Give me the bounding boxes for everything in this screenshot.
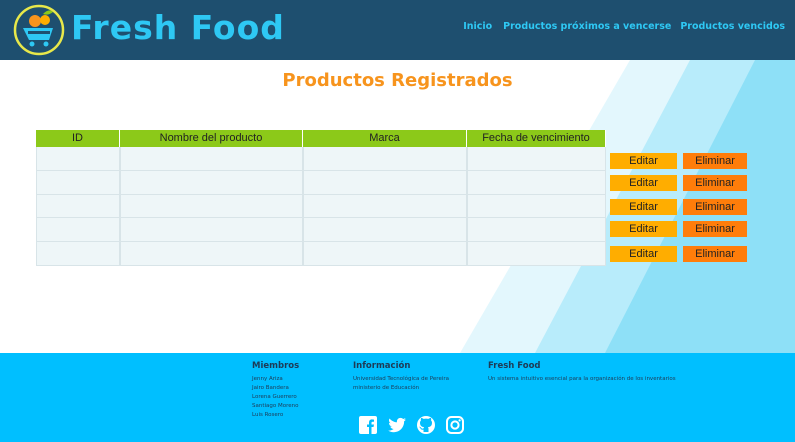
footer-members-heading: Miembros (252, 361, 300, 371)
nav-link-proximos[interactable]: Productos próximos a vencerse (503, 21, 671, 32)
table-row (36, 170, 606, 195)
footer-brand-heading: Fresh Food (488, 361, 541, 371)
main-nav: Inicio Productos próximos a vencerse Pro… (463, 21, 785, 32)
table-row (36, 218, 606, 243)
delete-button[interactable]: Eliminar (683, 175, 747, 191)
column-header-id: ID (36, 130, 120, 147)
column-header-expiry: Fecha de vencimiento (467, 130, 606, 147)
facebook-icon[interactable] (358, 415, 378, 435)
products-table: ID Nombre del producto Marca Fecha de ve… (36, 130, 606, 266)
cell-id (36, 242, 120, 266)
edit-button[interactable]: Editar (610, 221, 677, 237)
info-line: Universidad Tecnológica de Pereira (353, 376, 449, 382)
cell-brand (303, 218, 467, 243)
table-row (36, 242, 606, 266)
footer-members: Miembros Jenny Ariza Jairo Bandera Loren… (252, 361, 299, 420)
logo-icon (13, 4, 65, 56)
footer-description: Un sistema intuitivo esencial para la or… (488, 376, 676, 382)
nav-link-vencidos[interactable]: Productos vencidos (680, 21, 785, 32)
github-icon[interactable] (416, 415, 436, 435)
cell-expiry (467, 147, 606, 171)
footer-info: Información Universidad Tecnológica de P… (353, 361, 449, 393)
cell-brand (303, 147, 467, 171)
page-title: Productos Registrados (282, 70, 513, 91)
cell-id (36, 218, 120, 243)
member-name: Jairo Bandera (252, 385, 289, 391)
cell-name (120, 242, 303, 266)
edit-button[interactable]: Editar (610, 246, 677, 262)
member-name: Santiago Moreno (252, 403, 299, 409)
cell-brand (303, 194, 467, 219)
footer: Miembros Jenny Ariza Jairo Bandera Loren… (0, 353, 795, 442)
cell-id (36, 170, 120, 195)
member-name: Jenny Ariza (252, 376, 283, 382)
cell-id (36, 194, 120, 219)
brand-name[interactable]: Fresh Food (71, 6, 285, 50)
cell-expiry (467, 218, 606, 243)
cell-brand (303, 242, 467, 266)
cell-name (120, 170, 303, 195)
table-row (36, 147, 606, 171)
twitter-icon[interactable] (387, 415, 407, 435)
cell-name (120, 218, 303, 243)
social-links (358, 415, 465, 435)
column-header-name: Nombre del producto (120, 130, 303, 147)
member-name: Luis Rosero (252, 412, 284, 418)
cell-id (36, 147, 120, 171)
instagram-icon[interactable] (445, 415, 465, 435)
delete-button[interactable]: Eliminar (683, 221, 747, 237)
cell-expiry (467, 242, 606, 266)
delete-button[interactable]: Eliminar (683, 246, 747, 262)
delete-button[interactable]: Eliminar (683, 199, 747, 215)
nav-link-inicio[interactable]: Inicio (463, 21, 492, 32)
member-name: Lorena Guerrero (252, 394, 297, 400)
cell-expiry (467, 194, 606, 219)
info-line: ministerio de Educación (353, 385, 420, 391)
footer-info-heading: Información (353, 361, 411, 371)
table-row (36, 194, 606, 219)
cell-expiry (467, 170, 606, 195)
cell-name (120, 147, 303, 171)
column-header-brand: Marca (303, 130, 467, 147)
edit-button[interactable]: Editar (610, 153, 677, 169)
cell-name (120, 194, 303, 219)
delete-button[interactable]: Eliminar (683, 153, 747, 169)
table-header: ID Nombre del producto Marca Fecha de ve… (36, 130, 606, 147)
cell-brand (303, 170, 467, 195)
footer-brand: Fresh Food Un sistema intuitivo esencial… (488, 361, 676, 384)
header: Fresh Food Inicio Productos próximos a v… (0, 0, 795, 60)
edit-button[interactable]: Editar (610, 175, 677, 191)
edit-button[interactable]: Editar (610, 199, 677, 215)
